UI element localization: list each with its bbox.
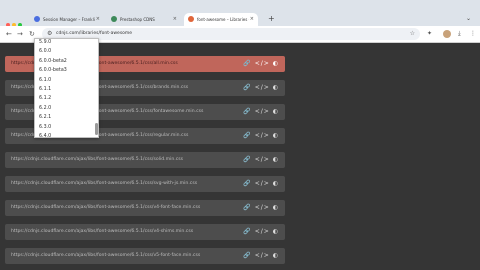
tab-favicon-icon: [34, 16, 40, 22]
cdn-link-row[interactable]: https://cdnjs.cloudflare.com/ajax/libs/f…: [5, 152, 285, 168]
copy-url-icon[interactable]: 🔗: [243, 60, 251, 67]
mouse-cursor-icon: ☚: [67, 120, 73, 127]
copy-sri-icon[interactable]: ◐: [273, 84, 279, 91]
browser-window: Session Manager – Franklin × Prestashop CD…: [0, 0, 480, 270]
row-actions: 🔗 </> ◐: [243, 224, 279, 240]
tab-favicon-icon: [111, 16, 117, 22]
copy-url-icon[interactable]: 🔗: [243, 108, 251, 115]
copy-sri-icon[interactable]: ◐: [273, 204, 279, 211]
cdn-link-row[interactable]: https://cdnjs.cloudflare.com/ajax/libs/f…: [5, 248, 285, 264]
cdn-url[interactable]: https://cdnjs.cloudflare.com/ajax/libs/f…: [11, 248, 200, 264]
tab-title: Session Manager – Franklin: [43, 17, 95, 22]
profile-avatar[interactable]: [443, 30, 451, 38]
row-actions: 🔗 </> ◐: [243, 200, 279, 216]
copy-script-tag-icon[interactable]: </>: [255, 132, 270, 139]
tab-search-button[interactable]: ⌄: [466, 13, 471, 25]
browser-tab[interactable]: Prestashop CDNS ×: [107, 13, 181, 26]
dropdown-scrollbar[interactable]: [95, 123, 98, 135]
row-actions: 🔗 </> ◐: [243, 176, 279, 192]
cdn-url[interactable]: https://cdnjs.cloudflare.com/ajax/libs/f…: [11, 152, 183, 168]
copy-script-tag-icon[interactable]: </>: [255, 204, 270, 211]
forward-button[interactable]: →: [17, 26, 23, 42]
copy-sri-icon[interactable]: ◐: [273, 108, 279, 115]
copy-script-tag-icon[interactable]: </>: [255, 252, 270, 259]
cdn-link-row[interactable]: https://cdnjs.cloudflare.com/ajax/libs/f…: [5, 176, 285, 192]
download-icon[interactable]: ⤓: [458, 26, 461, 42]
copy-sri-icon[interactable]: ◐: [273, 156, 279, 163]
cdn-url[interactable]: https://cdnjs.cloudflare.com/ajax/libs/f…: [11, 224, 193, 240]
version-option[interactable]: 6.4.0: [35, 132, 93, 137]
copy-url-icon[interactable]: 🔗: [243, 132, 251, 139]
copy-script-tag-icon[interactable]: </>: [255, 228, 270, 235]
close-tab-icon[interactable]: ×: [96, 13, 100, 26]
copy-sri-icon[interactable]: ◐: [273, 60, 279, 67]
close-tab-icon[interactable]: ×: [173, 13, 177, 26]
tab-strip: Session Manager – Franklin × Prestashop CD…: [0, 0, 480, 27]
row-actions: 🔗 </> ◐: [243, 128, 279, 144]
cdn-link-row[interactable]: https://cdnjs.cloudflare.com/ajax/libs/f…: [5, 200, 285, 216]
copy-url-icon[interactable]: 🔗: [243, 228, 251, 235]
row-actions: 🔗 </> ◐: [243, 152, 279, 168]
copy-sri-icon[interactable]: ◐: [273, 180, 279, 187]
menu-icon[interactable]: ⋮: [470, 26, 476, 42]
copy-script-tag-icon[interactable]: </>: [255, 84, 270, 91]
copy-url-icon[interactable]: 🔗: [243, 252, 251, 259]
close-tab-icon[interactable]: ×: [250, 13, 254, 26]
copy-script-tag-icon[interactable]: </>: [255, 60, 270, 67]
browser-tab[interactable]: font-awesome – Libraries – cdnjs×: [184, 13, 258, 26]
copy-sri-icon[interactable]: ◐: [273, 132, 279, 139]
new-tab-button[interactable]: +: [268, 13, 275, 25]
copy-url-icon[interactable]: 🔗: [243, 204, 251, 211]
cdn-link-row[interactable]: https://cdnjs.cloudflare.com/ajax/libs/f…: [5, 224, 285, 240]
browser-tab[interactable]: Session Manager – Franklin ×: [30, 13, 104, 26]
cdn-url[interactable]: https://cdnjs.cloudflare.com/ajax/libs/f…: [11, 176, 197, 192]
row-actions: 🔗 </> ◐: [243, 104, 279, 120]
extensions-icon[interactable]: ✦: [427, 26, 432, 42]
back-button[interactable]: ←: [6, 26, 12, 42]
copy-url-icon[interactable]: 🔗: [243, 156, 251, 163]
copy-script-tag-icon[interactable]: </>: [255, 108, 270, 115]
tab-favicon-icon: [188, 16, 194, 22]
copy-script-tag-icon[interactable]: </>: [255, 180, 270, 187]
copy-url-icon[interactable]: 🔗: [243, 180, 251, 187]
copy-url-icon[interactable]: 🔗: [243, 84, 251, 91]
row-actions: 🔗 </> ◐: [243, 80, 279, 96]
copy-script-tag-icon[interactable]: </>: [255, 156, 270, 163]
tab-title: Prestashop CDNS: [120, 17, 155, 22]
copy-sri-icon[interactable]: ◐: [273, 252, 279, 259]
row-actions: 🔗 </> ◐: [243, 248, 279, 264]
copy-sri-icon[interactable]: ◐: [273, 228, 279, 235]
tab-title: font-awesome – Libraries – cdnjs: [197, 17, 249, 22]
bookmark-star-icon[interactable]: ☆: [410, 28, 415, 40]
cdn-url[interactable]: https://cdnjs.cloudflare.com/ajax/libs/f…: [11, 200, 200, 216]
row-actions: 🔗 </> ◐: [243, 56, 279, 72]
